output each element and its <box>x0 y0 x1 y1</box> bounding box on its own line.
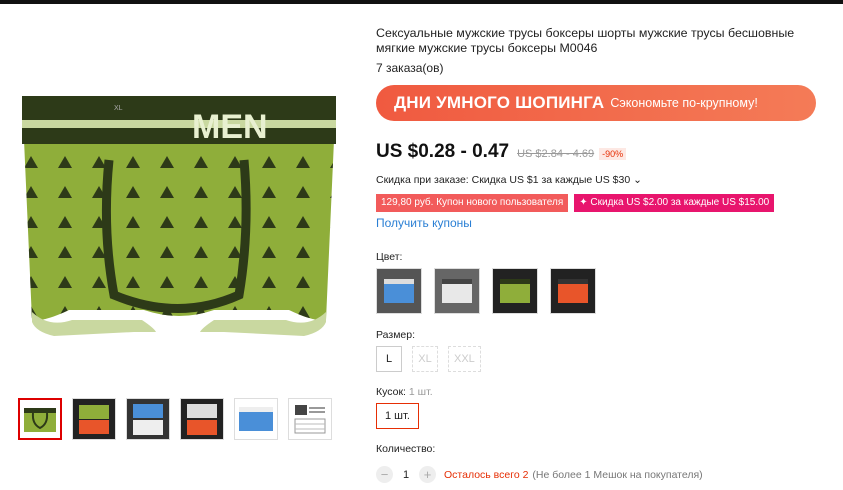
quantity-value[interactable]: 1 <box>393 469 419 481</box>
thumbnail-set-green-orange[interactable] <box>72 398 116 440</box>
main-product-image[interactable]: MEN XL <box>14 60 344 372</box>
plus-icon[interactable]: + <box>419 466 436 483</box>
color-options <box>376 268 596 314</box>
order-count: 7 заказа(ов) <box>376 61 444 75</box>
purchase-limit: (Не более 1 Мешок на покупателя) <box>532 468 703 481</box>
size-option-xxl[interactable]: XXL <box>448 346 481 372</box>
old-price: US $2.84 - 4.69 <box>517 148 595 160</box>
coupon-list: 129,80 руб. Купон нового пользователя ✦ … <box>376 194 775 212</box>
color-swatch-white[interactable] <box>434 268 480 314</box>
pieces-option-1[interactable]: 1 шт. <box>376 403 419 429</box>
get-coupons-link[interactable]: Получить купоны <box>376 216 472 230</box>
svg-text:XL: XL <box>114 105 123 112</box>
promo-subtitle: Сэкономьте по-крупному! <box>610 96 758 110</box>
product-title: Сексуальные мужские трусы боксеры шорты … <box>376 26 795 55</box>
store-discount-dropdown[interactable]: Скидка при заказе: Скидка US $1 за кажды… <box>376 174 642 186</box>
pieces-selected-value: 1 шт. <box>408 386 433 398</box>
thumbnail-green[interactable] <box>18 398 62 440</box>
coupon-new-user[interactable]: 129,80 руб. Купон нового пользователя <box>376 194 569 212</box>
thumbnail-set-white-orange[interactable] <box>180 398 224 440</box>
thumbnail-blue[interactable] <box>234 398 278 440</box>
minus-icon[interactable]: − <box>376 466 393 483</box>
size-option-l[interactable]: L <box>376 346 402 372</box>
size-options: L XL XXL <box>376 346 481 372</box>
product-info: Сексуальные мужские трусы боксеры шорты … <box>376 26 831 75</box>
coupon-store-discount[interactable]: ✦ Скидка US $2.00 за каждые US $15.00 <box>574 194 775 212</box>
thumbnail-size-chart[interactable] <box>288 398 332 440</box>
pieces-label: Кусок: 1 шт. <box>376 386 433 398</box>
quantity-label: Количество: <box>376 443 436 455</box>
stock-left: Осталось всего 2 <box>444 468 529 481</box>
thumbnail-set-blue-white[interactable] <box>126 398 170 440</box>
discount-badge: -90% <box>599 148 627 160</box>
price-row: US $0.28 - 0.47 US $2.84 - 4.69 -90% <box>376 141 627 163</box>
color-swatch-orange[interactable] <box>550 268 596 314</box>
pieces-options: 1 шт. <box>376 403 419 429</box>
svg-text:MEN: MEN <box>192 108 268 146</box>
thumbnail-strip <box>18 398 332 440</box>
current-price: US $0.28 - 0.47 <box>376 141 510 162</box>
size-option-xl[interactable]: XL <box>412 346 438 372</box>
color-swatch-green[interactable] <box>492 268 538 314</box>
color-swatch-blue[interactable] <box>376 268 422 314</box>
top-bar <box>0 0 843 4</box>
quantity-stepper: − 1 + Осталось всего 2 (Не более 1 Мешок… <box>376 466 703 483</box>
pieces-label-text: Кусок: <box>376 386 406 398</box>
promo-title: ДНИ УМНОГО ШОПИНГА <box>394 93 605 112</box>
size-label: Размер: <box>376 329 416 341</box>
color-label: Цвет: <box>376 251 403 263</box>
promo-banner[interactable]: ДНИ УМНОГО ШОПИНГА Сэкономьте по-крупном… <box>376 85 816 121</box>
